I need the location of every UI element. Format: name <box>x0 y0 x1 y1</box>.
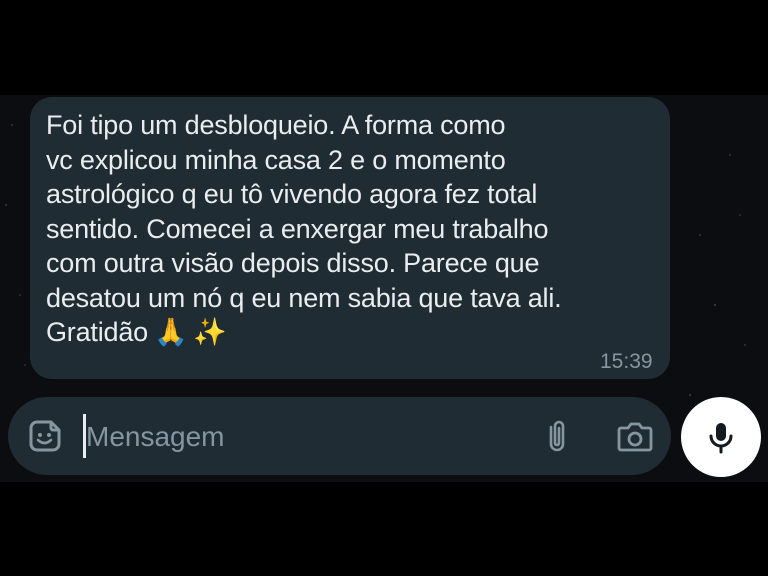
message-line: sentido. Comecei a enxergar meu trabalho <box>46 213 549 244</box>
message-line: astrológico q eu tô vivendo agora fez to… <box>46 179 538 209</box>
message-line: desatou um nó q eu nem sabia que tava al… <box>46 282 562 313</box>
paperclip-icon[interactable] <box>540 418 574 454</box>
microphone-icon <box>709 423 733 454</box>
message-input[interactable] <box>84 414 508 460</box>
message-timestamp: 15:39 <box>600 350 653 373</box>
message-last-line: Gratidão <box>46 317 148 347</box>
message-line: Foi tipo um desbloqueio. A forma como <box>46 110 506 140</box>
camera-icon[interactable] <box>616 419 654 453</box>
sticker-icon[interactable] <box>27 418 63 454</box>
message-text: Foi tipo um desbloqueio. A forma como vc… <box>46 108 656 351</box>
bottom-black-bar <box>0 482 768 576</box>
message-line: vc explicou minha casa 2 e o momento <box>46 144 506 175</box>
top-black-bar <box>0 0 768 95</box>
praying-hands-emoji: 🙏 <box>153 317 188 348</box>
message-line: com outra visão depois disso. Parece que <box>46 248 540 278</box>
sparkles-emoji: ✨ <box>193 317 227 348</box>
